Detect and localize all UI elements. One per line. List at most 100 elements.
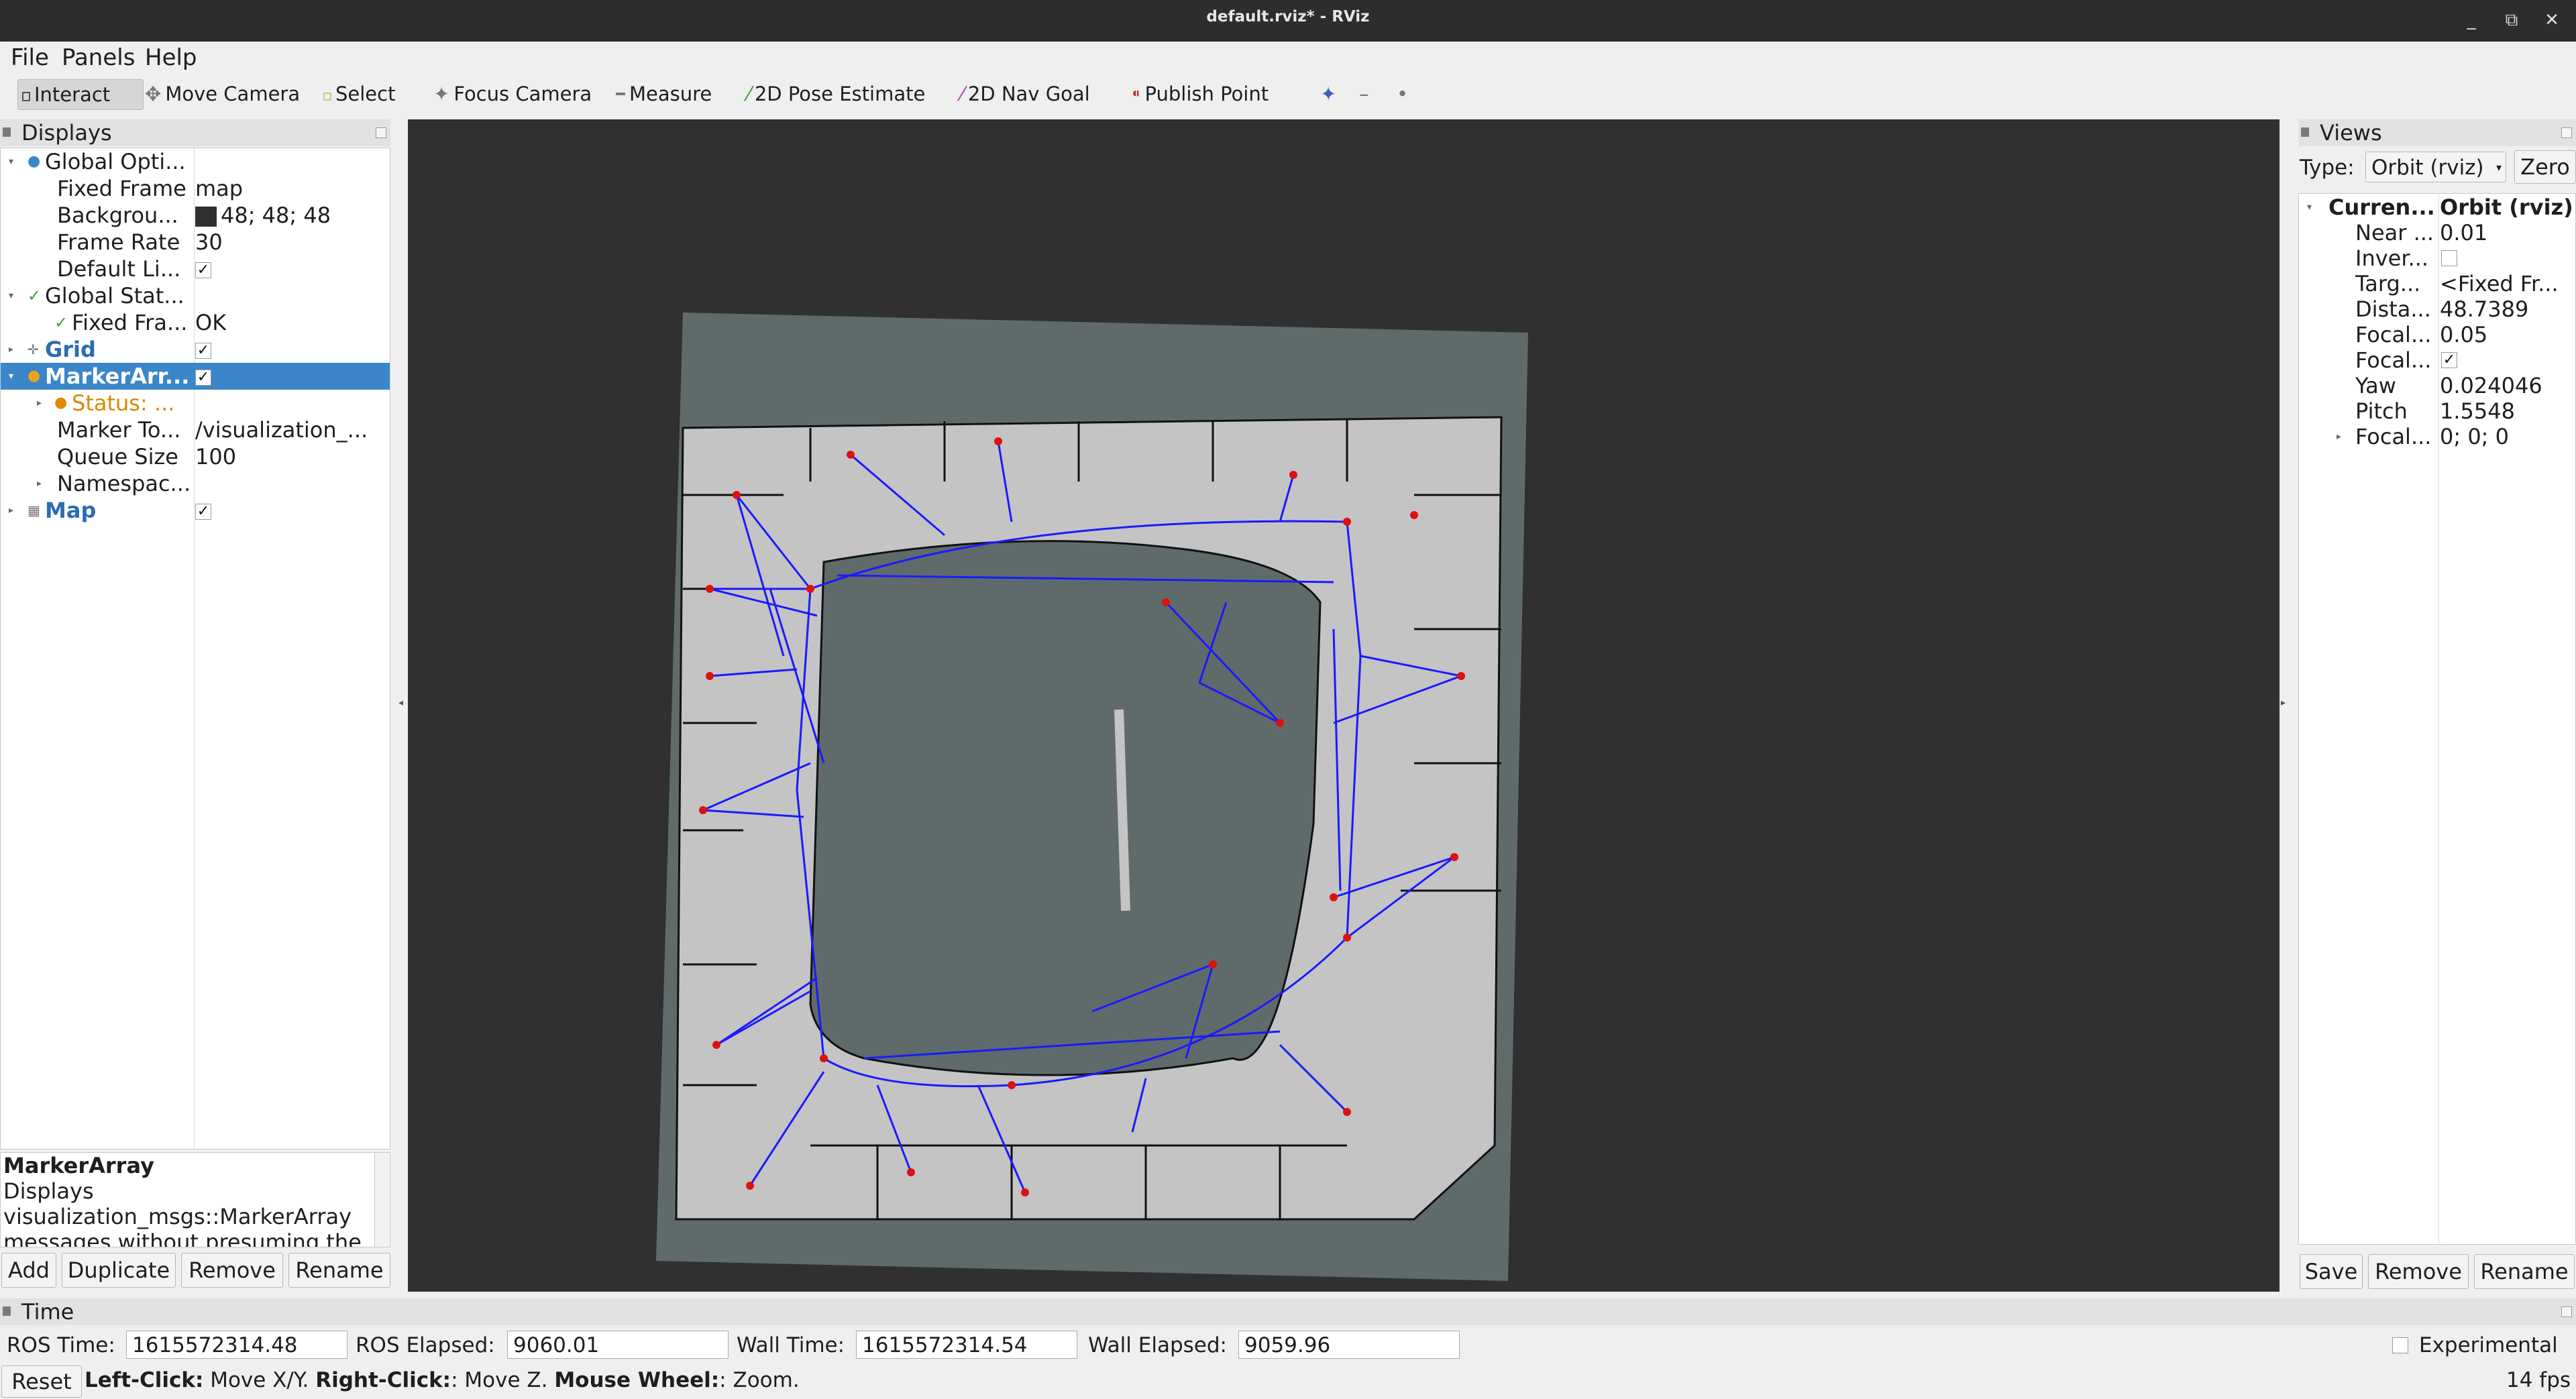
marker-array-checkbox[interactable]: ✓ [195,370,211,386]
view-prop-value[interactable]: 48.7389 [2440,296,2528,323]
background-value[interactable]: 48; 48; 48 [221,203,331,228]
expand-arrow-icon[interactable]: ▸ [2337,423,2341,450]
render-viewport[interactable] [408,119,2279,1292]
view-prop-key: Inver... [2355,245,2429,271]
view-prop-value[interactable]: 1.5548 [2440,398,2515,425]
right-splitter-handle[interactable]: ▸ [2281,697,2286,708]
marker-topic-value[interactable]: /visualization_... [195,416,368,443]
queue-size-value[interactable]: 100 [195,443,236,470]
tree-row-grid[interactable]: ▸ ✛ Grid ✓ [1,336,390,363]
view-prop-value[interactable]: 0.024046 [2440,372,2542,399]
default-light-checkbox[interactable]: ✓ [195,262,211,278]
tree-row-current-view[interactable]: ▾ Curren... Orbit (rviz) [2299,194,2575,221]
close-panel-icon[interactable] [2561,127,2572,138]
tree-row-frame-rate[interactable]: Frame Rate 30 [1,229,390,256]
view-prop-row[interactable]: Focal... 0.05 [2299,321,2575,348]
close-panel-icon[interactable] [2561,1306,2572,1317]
tool-publish-point[interactable]: ⁌ Publish Point [1131,79,1269,109]
view-prop-row[interactable]: Yaw 0.024046 [2299,372,2575,399]
invert-checkbox[interactable] [2441,250,2457,266]
view-prop-value[interactable]: 0.01 [2440,219,2487,246]
tool-interact[interactable]: Interact [17,79,144,110]
view-prop-row[interactable]: Dista... 48.7389 [2299,296,2575,323]
expand-arrow-icon[interactable]: ▸ [37,390,42,416]
column-divider [194,148,195,1149]
tool-2d-nav-goal[interactable]: ⁄ 2D Nav Goal [961,79,1090,109]
tool-select[interactable]: Select [323,79,395,109]
expand-arrow-icon[interactable]: ▸ [9,336,13,363]
wall-elapsed-field[interactable]: 9059.96 [1238,1331,1460,1359]
close-panel-icon[interactable] [376,127,386,138]
view-prop-value[interactable]: <Fixed Fr... [2440,270,2559,297]
zero-view-button[interactable]: Zero [2514,150,2576,184]
tool-properties-icon[interactable]: • [1397,79,1408,109]
save-view-button[interactable]: Save [2300,1254,2363,1289]
ros-time-label: ROS Time: [7,1333,115,1357]
tree-row-namespaces[interactable]: ▸ Namespac... [1,470,390,497]
tree-row-default-light[interactable]: Default Li... ✓ [1,256,390,282]
expand-arrow-icon[interactable]: ▾ [9,148,13,175]
expand-arrow-icon[interactable]: ▸ [37,470,42,497]
view-prop-key: Pitch [2355,398,2408,424]
view-type-value: Orbit (rviz) [2371,156,2484,180]
view-prop-key: Focal... [2355,424,2432,449]
view-prop-row[interactable]: Pitch 1.5548 [2299,398,2575,425]
tool-2d-pose-estimate[interactable]: ⁄ 2D Pose Estimate [747,79,925,109]
expand-arrow-icon[interactable]: ▾ [2307,194,2312,221]
tree-row-status-fixed-frame[interactable]: ✓ Fixed Fra... OK [1,309,390,336]
ros-time-field[interactable]: 1615572314.48 [126,1331,347,1359]
view-prop-row[interactable]: Focal... ✓ [2299,347,2575,374]
expand-arrow-icon[interactable]: ▾ [9,363,13,390]
menu-help[interactable]: Help [145,44,197,71]
grid-label: Grid [45,337,96,362]
fixed-frame-value[interactable]: map [195,175,243,202]
minimize-icon[interactable]: _ [2458,7,2485,34]
view-type-select[interactable]: Orbit (rviz) ▾ [2365,152,2506,182]
tree-row-marker-status[interactable]: ▸ ● Status: ... [1,390,390,416]
close-icon[interactable]: ✕ [2538,7,2565,34]
frame-rate-value[interactable]: 30 [195,229,223,256]
duplicate-display-button[interactable]: Duplicate [62,1253,176,1288]
view-prop-row[interactable]: Near ... 0.01 [2299,219,2575,246]
view-prop-row[interactable]: ▸ Focal... 0; 0; 0 [2299,423,2575,450]
remove-display-button[interactable]: Remove [181,1253,283,1288]
description-line: Displays [3,1178,94,1204]
remove-tool-icon[interactable]: – [1359,79,1369,109]
add-tool-icon[interactable]: ✦ [1320,79,1336,109]
tree-row-marker-array[interactable]: ▾ ● MarkerArr... ✓ [1,363,390,390]
view-prop-value[interactable]: 0.05 [2440,321,2487,348]
color-swatch[interactable] [195,207,217,227]
tree-row-queue-size[interactable]: Queue Size 100 [1,443,390,470]
expand-arrow-icon[interactable]: ▾ [9,282,13,309]
rename-display-button[interactable]: Rename [288,1253,390,1288]
menu-panels[interactable]: Panels [62,44,135,71]
tree-row-fixed-frame[interactable]: Fixed Frame map [1,175,390,202]
expand-arrow-icon[interactable]: ▸ [9,497,13,524]
description-scrollbar[interactable] [374,1153,390,1247]
tree-row-map[interactable]: ▸ ▦ Map ✓ [1,497,390,524]
focal-shape-checkbox[interactable]: ✓ [2441,352,2457,368]
tool-move-camera[interactable]: ✥ Move Camera [145,79,300,109]
reset-button[interactable]: Reset [1,1365,82,1398]
grid-checkbox[interactable]: ✓ [195,343,211,359]
add-display-button[interactable]: Add [1,1253,56,1288]
map-checkbox[interactable]: ✓ [195,504,211,520]
remove-view-button[interactable]: Remove [2368,1254,2469,1289]
view-prop-value[interactable]: 0; 0; 0 [2440,423,2509,450]
menu-file[interactable]: File [11,44,49,71]
tool-measure[interactable]: Measure [616,79,712,109]
maximize-icon[interactable]: ⧉ [2498,7,2525,34]
wall-time-label: Wall Time: [737,1333,845,1357]
tree-row-background[interactable]: Backgrou... 48; 48; 48 [1,202,390,229]
experimental-checkbox[interactable] [2392,1337,2408,1353]
rename-view-button[interactable]: Rename [2474,1254,2575,1289]
ros-elapsed-field[interactable]: 9060.01 [507,1331,729,1359]
tool-measure-label: Measure [629,82,712,105]
hint-text: Move X/Y. [210,1368,309,1392]
left-splitter-handle[interactable]: ◂ [398,697,403,708]
view-prop-row[interactable]: Targ... <Fixed Fr... [2299,270,2575,297]
tool-focus-camera[interactable]: ✦ Focus Camera [433,79,592,109]
wall-time-field[interactable]: 1615572314.54 [856,1331,1077,1359]
view-prop-row[interactable]: Inver... [2299,245,2575,272]
tree-row-marker-topic[interactable]: Marker To... /visualization_... [1,416,390,443]
